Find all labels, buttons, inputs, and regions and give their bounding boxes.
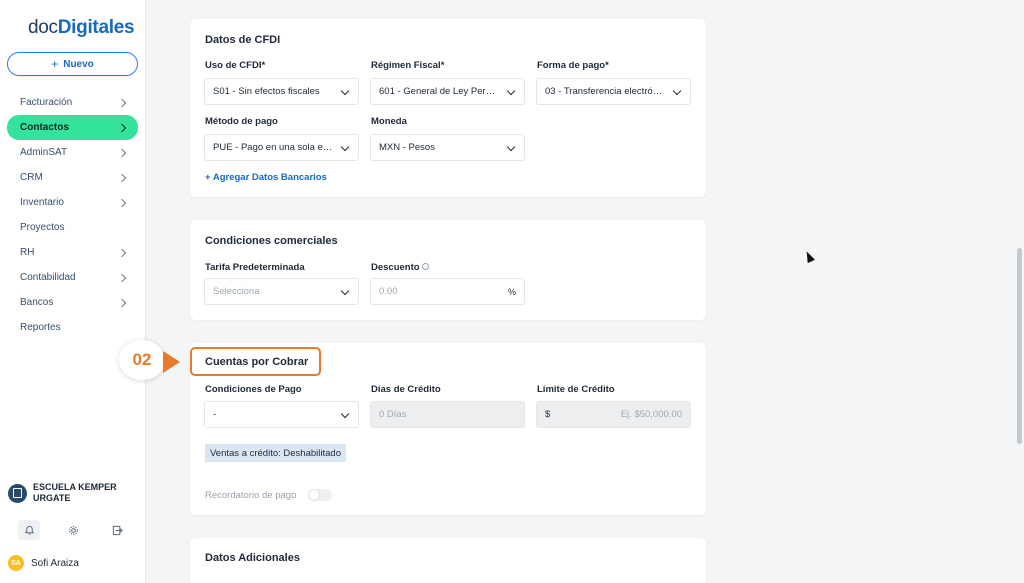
chevron-down-icon [340,86,350,96]
condiciones-pago-select[interactable]: - [204,401,359,428]
uso-cfdi-label: Uso de CFDI* [205,60,266,71]
chevron-right-icon [117,273,127,282]
sidebar-item-reportes[interactable]: Reportes [7,315,138,340]
card-title: Datos Adicionales [205,552,300,564]
building-icon [8,483,27,503]
additional-data-card: Datos Adicionales [190,538,706,583]
reminder-toggle[interactable] [308,489,332,501]
uso-cfdi-select[interactable]: S01 - Sin efectos fiscales [204,78,359,105]
chevron-down-icon [672,86,682,96]
step-badge: 02 [119,340,165,380]
card-title: Condiciones comerciales [205,235,338,247]
organization-switcher[interactable]: ESCUELA KEMPER URGATE [8,482,133,504]
descuento-input[interactable]: 0.00% [370,278,525,305]
sidebar-item-contactos[interactable]: Contactos [7,115,138,140]
organization-name: ESCUELA KEMPER URGATE [33,482,117,503]
reminder-label: Recordatorio de pago [205,490,297,501]
forma-pago-select[interactable]: 03 - Transferencia electrónica de fondos [536,78,691,105]
sidebar-item-contabilidad[interactable]: Contabilidad [7,265,138,290]
sidebar-item-facturacion[interactable]: Facturación [7,90,138,115]
limite-credito-input[interactable]: $ Ej. $50,000.00 [536,401,691,428]
chevron-right-icon [117,123,127,132]
currency-prefix: $ [545,409,551,420]
sidebar-item-adminsat[interactable]: AdminSAT [7,140,138,165]
sidebar-item-rh[interactable]: RH [7,240,138,265]
tarifa-select[interactable]: Selecciona [204,278,359,305]
regimen-fiscal-select[interactable]: 601 - General de Ley Personas Morales [370,78,525,105]
percent-suffix: % [507,286,516,297]
forma-pago-label: Forma de pago* [537,60,609,71]
info-icon[interactable] [422,263,430,270]
sidebar-tools [18,520,128,540]
tarifa-label: Tarifa Predeterminada [205,262,305,273]
dias-credito-label: Días de Crédito [371,384,441,395]
condiciones-pago-label: Condiciones de Pago [205,384,302,395]
cfdi-card: Datos de CFDI Uso de CFDI* S01 - Sin efe… [190,19,706,197]
chevron-right-icon [117,298,127,307]
chevron-down-icon [340,286,350,296]
chevron-right-icon [117,173,127,182]
sidebar-item-proyectos[interactable]: Proyectos [7,215,138,240]
card-title: Datos de CFDI [205,34,281,46]
sidebar-item-inventario[interactable]: Inventario [7,190,138,215]
new-button[interactable]: + Nuevo [7,52,138,76]
descuento-label: Descuento [371,262,430,273]
plus-icon: + [51,57,59,71]
logout-icon[interactable] [106,520,128,540]
chevron-down-icon [340,409,350,419]
step-arrow-icon [163,351,180,373]
regimen-fiscal-label: Régimen Fiscal* [371,60,445,71]
metodo-pago-label: Método de pago [205,116,278,127]
avatar: SA [8,555,24,571]
bell-icon[interactable] [18,520,40,540]
chevron-right-icon [117,98,127,107]
chevron-down-icon [340,142,350,152]
scrollbar[interactable] [1017,248,1022,444]
mouse-cursor-icon [803,249,815,264]
chevron-down-icon [506,142,516,152]
commercial-conditions-card: Condiciones comerciales Tarifa Predeterm… [190,220,706,320]
sidebar: docDigitales + Nuevo Facturación Contact… [0,0,146,583]
chevron-right-icon [117,248,127,257]
dias-credito-input[interactable]: 0 Días [370,401,525,428]
credit-status-badge: Ventas a crédito: Deshabilitado [205,444,346,462]
limite-credito-label: Límite de Crédito [537,384,615,395]
sidebar-item-crm[interactable]: CRM [7,165,138,190]
app-logo[interactable]: docDigitales [28,17,135,39]
chevron-right-icon [117,198,127,207]
metodo-pago-select[interactable]: PUE - Pago en una sola exhibición [204,134,359,161]
sidebar-nav: Facturación Contactos AdminSAT CRM Inven… [7,90,138,340]
moneda-label: Moneda [371,116,407,127]
moneda-select[interactable]: MXN - Pesos [370,134,525,161]
chevron-down-icon [506,86,516,96]
user-name: Sofi Araiza [31,557,79,569]
user-profile[interactable]: SA Sofi Araiza [8,555,79,571]
add-bank-data-link[interactable]: + Agregar Datos Bancarios [205,172,327,183]
gear-icon[interactable] [62,520,84,540]
step-highlight-box [190,347,321,376]
chevron-right-icon [117,148,127,157]
sidebar-item-bancos[interactable]: Bancos [7,290,138,315]
